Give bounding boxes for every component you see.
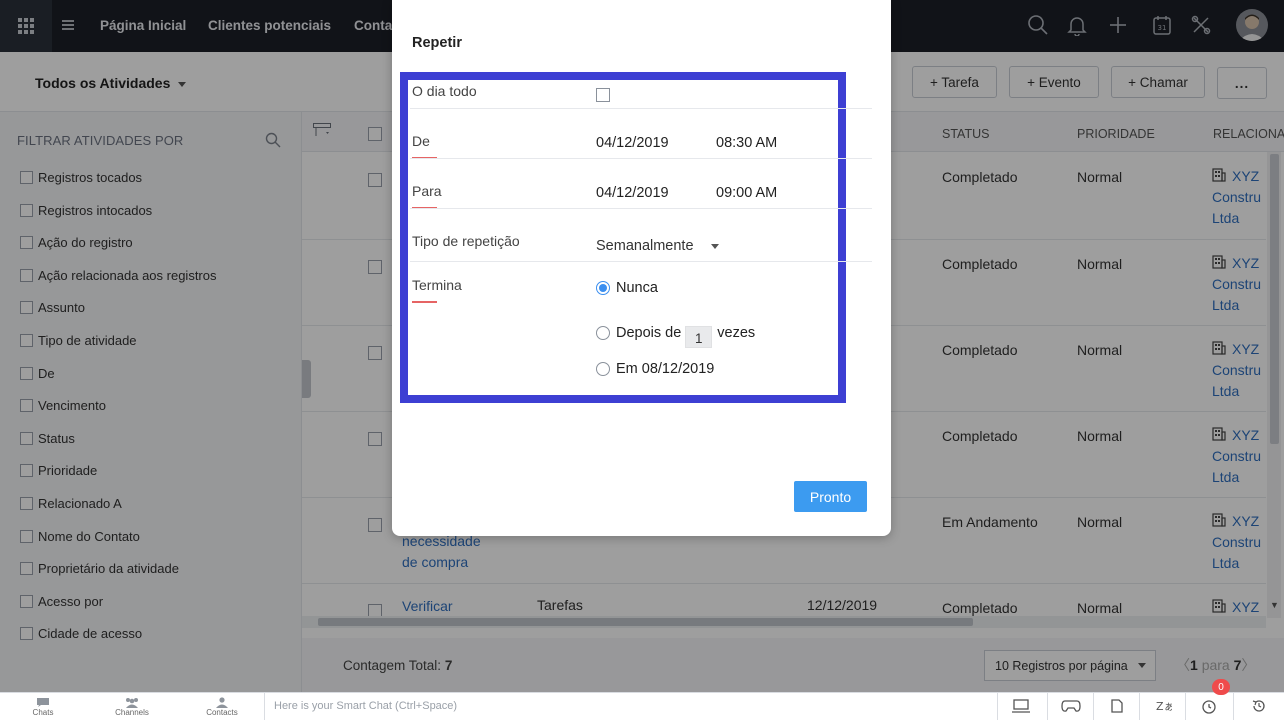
channels-icon — [126, 698, 138, 708]
contact-icon — [216, 697, 228, 708]
alarm-icon[interactable] — [1185, 692, 1231, 720]
gamepad-icon[interactable] — [1047, 692, 1093, 720]
end-after-prefix: Depois de — [616, 325, 682, 341]
end-on-radio[interactable] — [596, 362, 610, 376]
to-date-field[interactable]: 04/12/2019 — [596, 185, 669, 201]
separator — [410, 108, 872, 109]
from-time-field[interactable]: 08:30 AM — [716, 135, 777, 151]
done-button[interactable]: Pronto — [794, 481, 867, 512]
end-on-option[interactable]: Em 08/12/2019 — [596, 361, 714, 377]
svg-text:Zぁ: Zぁ — [1156, 700, 1172, 713]
translate-icon[interactable]: Zぁ — [1139, 692, 1185, 720]
contacts-tab[interactable]: Contacts — [192, 697, 252, 717]
separator — [410, 261, 872, 262]
chevron-down-icon — [710, 243, 719, 249]
from-label: De — [412, 133, 430, 149]
all-day-label: O dia todo — [412, 83, 477, 99]
separator — [410, 158, 872, 159]
chat-icon — [37, 698, 49, 707]
end-after-radio[interactable] — [596, 326, 610, 340]
smart-chat-input[interactable]: Here is your Smart Chat (Ctrl+Space) — [264, 692, 997, 720]
chats-tab[interactable]: Chats — [13, 697, 73, 717]
channels-tab[interactable]: Channels — [102, 697, 162, 717]
end-after-option[interactable]: Depois de 1 vezes — [596, 318, 755, 348]
separator — [410, 208, 872, 209]
end-on-date[interactable]: Em 08/12/2019 — [616, 361, 714, 377]
to-time-field[interactable]: 09:00 AM — [716, 185, 777, 201]
note-icon[interactable] — [1093, 692, 1139, 720]
from-date-field[interactable]: 04/12/2019 — [596, 135, 669, 151]
to-label: Para — [412, 183, 442, 199]
end-never-radio[interactable] — [596, 281, 610, 295]
notification-badge: 0 — [1212, 679, 1230, 695]
repeat-type-label: Tipo de repetição — [412, 233, 520, 249]
end-never-option[interactable]: Nunca — [596, 280, 658, 296]
history-icon[interactable] — [1233, 692, 1284, 720]
screen-share-icon[interactable] — [997, 692, 1043, 720]
required-indicator — [412, 301, 437, 303]
repeat-type-select[interactable]: Semanalmente — [596, 238, 719, 254]
all-day-checkbox[interactable] — [596, 88, 610, 102]
end-after-suffix: vezes — [717, 325, 756, 341]
ends-label: Termina — [412, 277, 462, 293]
end-never-label: Nunca — [616, 280, 658, 296]
dialog-title: Repetir — [412, 35, 462, 51]
occurrences-input[interactable]: 1 — [685, 326, 713, 348]
